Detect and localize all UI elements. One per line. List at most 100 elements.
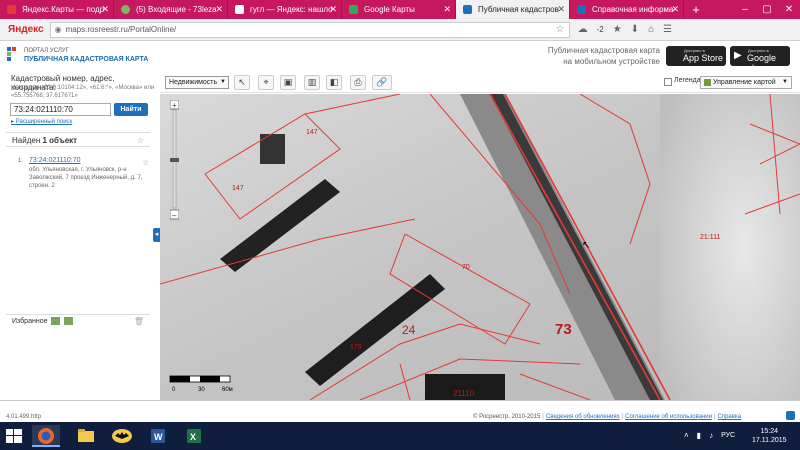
result-cadastral-link[interactable]: 73:24:021110:70 bbox=[29, 157, 81, 164]
layer-select[interactable]: Недвижимость ▼ bbox=[165, 76, 229, 89]
legend-checkbox[interactable] bbox=[664, 78, 672, 86]
app-store-button[interactable]: Доступно в App Store bbox=[666, 46, 726, 66]
rosreestr-logo-icon[interactable] bbox=[7, 47, 17, 61]
url-path: /PortalOnline/ bbox=[127, 25, 177, 34]
terms-link[interactable]: Соглашение об использовании bbox=[625, 414, 712, 420]
maximize-icon[interactable]: ▢ bbox=[756, 0, 778, 19]
clock-date: 17.11.2015 bbox=[752, 437, 787, 444]
advanced-search-link[interactable]: ▸ Расширенный поиск bbox=[11, 118, 72, 125]
find-button[interactable]: Найти bbox=[114, 103, 148, 116]
url-host: maps.rosreestr.ru bbox=[65, 25, 128, 34]
results-prefix: Найден bbox=[12, 136, 41, 145]
network-icon[interactable]: ▮ bbox=[697, 431, 701, 440]
taskbar-word[interactable]: W bbox=[144, 425, 172, 447]
browser-tab-cadastral-map[interactable]: Публичная кадастров ✕ bbox=[456, 0, 570, 19]
collapse-sidebar-button[interactable]: ◂ bbox=[153, 228, 160, 242]
taskbar-excel[interactable]: X bbox=[180, 425, 208, 447]
favorites-header: Избранное 🗑 bbox=[6, 314, 150, 328]
address-bar[interactable]: ◉ maps.rosreestr.ru/PortalOnline/ ☆ bbox=[49, 21, 570, 38]
favorites-export-icon[interactable] bbox=[64, 317, 74, 326]
result-address: обл. Ульяновская, г. Ульяновск, р-н Заво… bbox=[29, 167, 143, 189]
downloads-icon[interactable]: ⬇ bbox=[631, 24, 639, 35]
promo-line: на мобильном устройстве bbox=[563, 57, 660, 66]
taskbar-clock[interactable]: 15:24 17.11.2015 bbox=[752, 427, 787, 445]
advanced-search-label: Расширенный поиск bbox=[15, 119, 73, 125]
tray-arrow-icon[interactable]: ˄ bbox=[684, 431, 689, 440]
close-tab-icon[interactable]: ✕ bbox=[671, 0, 679, 19]
close-tab-icon[interactable]: ✕ bbox=[557, 0, 565, 19]
map-canvas[interactable]: 147 147 70 24 179 73 21110 21:111 0 30 6… bbox=[160, 94, 800, 400]
windows-start-icon[interactable] bbox=[6, 429, 22, 443]
close-window-icon[interactable]: ✕ bbox=[778, 0, 800, 19]
menu-icon[interactable]: ☰ bbox=[663, 24, 672, 35]
mail-favicon-icon bbox=[121, 5, 130, 14]
taskbar-explorer[interactable] bbox=[72, 425, 100, 447]
search-example: Например «61:6:10104:12», «61:6:*», «Мос… bbox=[11, 85, 155, 99]
chevron-down-icon: ▼ bbox=[782, 79, 788, 85]
cadastral-map-title[interactable]: Публичная кадастровая карта bbox=[24, 56, 148, 63]
window-controls: – ▢ ✕ bbox=[734, 0, 800, 19]
trash-icon[interactable]: 🗑 bbox=[134, 315, 144, 329]
book-tool-button[interactable]: ▣ bbox=[280, 75, 296, 90]
weather-icon[interactable]: ☁ bbox=[578, 24, 588, 35]
taskbar-batman-app[interactable] bbox=[108, 425, 136, 447]
browser-tab-yandex-search[interactable]: гугл — Яндекс: нашло ✕ bbox=[228, 0, 342, 19]
portal-title[interactable]: Портал услуг bbox=[24, 48, 69, 54]
browser-tab-google-maps[interactable]: Google Карты ✕ bbox=[342, 0, 456, 19]
browser-tab-reference[interactable]: Справочная информа ✕ bbox=[570, 0, 684, 19]
result-favorite-star-icon[interactable]: ☆ bbox=[142, 158, 149, 167]
link-tool-button[interactable]: 🔗 bbox=[372, 75, 392, 90]
yandex-home-button[interactable]: Яндекс bbox=[0, 24, 50, 35]
close-tab-icon[interactable]: ✕ bbox=[329, 0, 337, 19]
scale-label: 30 bbox=[198, 387, 205, 393]
bookmark-star-icon[interactable]: ☆ bbox=[556, 24, 565, 35]
feedback-icon[interactable] bbox=[786, 411, 795, 420]
close-tab-icon[interactable]: ✕ bbox=[443, 0, 451, 19]
new-tab-button[interactable]: + bbox=[684, 0, 708, 19]
cloud-area bbox=[660, 94, 800, 400]
zoom-slider[interactable]: + – bbox=[170, 100, 179, 220]
favorite-star-icon[interactable]: ☆ bbox=[137, 133, 144, 148]
google-play-button[interactable]: ▶ Доступно в Google play bbox=[730, 46, 790, 73]
browser-tab-inbox[interactable]: (5) Входящие - 73leza ✕ bbox=[114, 0, 228, 19]
map-toolbar: Недвижимость ▼ ↖ ⌖ ▣ ▥ ◧ ⎙ 🔗 Легенда Упр… bbox=[160, 72, 800, 93]
search-input[interactable] bbox=[10, 103, 111, 116]
scale-label: 60м bbox=[222, 387, 233, 393]
favorites-label: Избранное bbox=[12, 318, 48, 325]
rosreestr-favicon-icon bbox=[577, 5, 586, 14]
site-info-icon[interactable]: ◉ bbox=[55, 25, 62, 34]
identify-tool-button[interactable]: ↖ bbox=[234, 75, 250, 90]
mouse-cursor-icon: ↖ bbox=[582, 240, 591, 251]
minimize-icon[interactable]: – bbox=[734, 0, 756, 19]
favorites-import-icon[interactable] bbox=[51, 317, 61, 326]
close-tab-icon[interactable]: ✕ bbox=[101, 0, 109, 19]
close-tab-icon[interactable]: ✕ bbox=[215, 0, 223, 19]
cadastral-map[interactable]: 147 147 70 24 179 73 21110 21:111 0 30 6… bbox=[160, 94, 800, 400]
google-play-icon: ▶ bbox=[734, 50, 742, 61]
help-link[interactable]: Справка bbox=[718, 414, 742, 420]
volume-icon[interactable]: ♪ bbox=[709, 431, 713, 440]
promo-line: Публичная кадастровая карта bbox=[547, 46, 660, 55]
layers-tool-button[interactable]: ◧ bbox=[326, 75, 342, 90]
map-control-dropdown[interactable]: Управление картой ▼ bbox=[700, 76, 792, 89]
tab-label: Справочная информа bbox=[592, 5, 674, 14]
print-button[interactable]: ⎙ bbox=[350, 75, 366, 90]
updates-link[interactable]: Сведения об обновлениях bbox=[546, 414, 620, 420]
store-name: App Store bbox=[683, 53, 724, 63]
zoom-handle[interactable] bbox=[170, 158, 179, 162]
zoom-out-icon: – bbox=[172, 211, 177, 220]
home-icon[interactable]: ⌂ bbox=[648, 24, 654, 35]
map-control-label: Управление картой bbox=[713, 79, 776, 86]
results-header: Найден 1 объект ☆ bbox=[6, 132, 150, 147]
language-indicator[interactable]: РУС bbox=[721, 431, 735, 440]
tab-label: Публичная кадастров bbox=[478, 5, 559, 14]
parcel-label: 21:111 bbox=[700, 234, 720, 241]
tab-label: гугл — Яндекс: нашло bbox=[250, 5, 333, 14]
taskbar-firefox[interactable] bbox=[32, 425, 60, 447]
bookmarks-icon[interactable]: ★ bbox=[613, 24, 622, 35]
browser-tab-yandex-maps[interactable]: Яндекс.Карты — подр ✕ bbox=[0, 0, 114, 19]
svg-text:X: X bbox=[190, 432, 196, 442]
weather-temp: -2 bbox=[596, 25, 604, 34]
measure-tool-button[interactable]: ⌖ bbox=[258, 75, 274, 90]
chart-tool-button[interactable]: ▥ bbox=[304, 75, 320, 90]
